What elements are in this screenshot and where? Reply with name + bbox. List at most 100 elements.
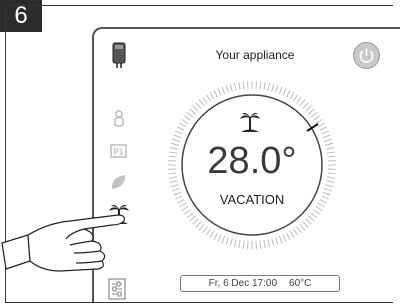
power-icon <box>359 48 374 63</box>
dial-tick <box>198 223 205 231</box>
dial-tick <box>282 234 287 242</box>
dial-tick <box>319 126 328 131</box>
dial-tick <box>189 108 196 115</box>
dial-tick <box>195 102 202 109</box>
dial-tick <box>324 188 333 192</box>
dial-tick <box>205 94 212 102</box>
dial-tick <box>326 180 335 183</box>
dial-tick <box>238 239 241 249</box>
manual-hand-icon[interactable] <box>111 110 127 128</box>
dial-tick <box>296 96 302 104</box>
dial-tick <box>302 102 309 109</box>
dial-tick <box>286 232 291 241</box>
dial-tick <box>305 218 312 225</box>
dial-tick <box>259 240 262 249</box>
dial-tick <box>321 130 329 135</box>
dial-tick <box>217 88 222 96</box>
dial-tick <box>183 115 191 121</box>
dial-tick <box>278 86 283 95</box>
dial-tick <box>176 126 185 131</box>
dial-tick <box>310 111 318 118</box>
palm-island-icon <box>240 113 260 132</box>
dial-tick <box>326 147 335 150</box>
dial-tick <box>189 215 196 222</box>
dial-tick <box>308 108 315 115</box>
dial-tick <box>267 239 270 248</box>
temperature-readout: 28.0° <box>207 140 297 182</box>
status-bar: Fr, 6 Dec 17:00 60°C <box>180 275 340 292</box>
p1-program-icon[interactable]: P1 <box>110 144 127 158</box>
dial-tick <box>169 180 178 183</box>
dial-tick <box>186 111 194 118</box>
dial-tick <box>242 240 245 249</box>
dial-tick <box>325 142 334 146</box>
dial-tick <box>181 118 189 125</box>
dial-tick <box>313 209 321 215</box>
dial-tick <box>205 228 212 236</box>
dial-tick <box>217 234 222 242</box>
dial-tick <box>327 155 336 158</box>
dial-tick <box>289 92 295 100</box>
dial-tick <box>313 115 321 121</box>
dial-tick <box>310 212 318 219</box>
dial-tick <box>325 184 334 188</box>
dial-tick <box>275 237 279 246</box>
dial-tick <box>179 122 187 128</box>
dial-tick <box>327 172 336 175</box>
dial-tick <box>324 138 333 142</box>
dial-tick <box>225 237 229 246</box>
page-title: Your appliance <box>215 48 295 62</box>
dial-tick <box>234 82 237 91</box>
power-button[interactable] <box>353 42 380 69</box>
dial-tick <box>326 151 336 154</box>
dial-tick <box>209 92 215 100</box>
dial-tick <box>229 238 233 247</box>
dial-tick <box>242 81 245 90</box>
dial-tick <box>302 221 309 228</box>
dial-tick <box>275 84 279 93</box>
appliance-icon[interactable] <box>110 42 128 70</box>
dial-tick <box>271 238 275 247</box>
dial-tick <box>213 89 218 98</box>
dial-tick <box>181 205 189 212</box>
dial-tick <box>175 130 183 135</box>
dial-tick <box>169 147 178 150</box>
dial-tick <box>202 226 208 234</box>
dial-tick <box>305 105 312 112</box>
dial-tick <box>225 84 229 93</box>
dial-tick <box>299 99 306 107</box>
dial-tick <box>278 235 283 244</box>
dial-tick <box>326 176 336 179</box>
dial-tick <box>170 142 179 146</box>
dial-tick <box>186 212 194 219</box>
dial-tick <box>209 230 215 238</box>
dial-tick <box>195 221 202 228</box>
dial-tick <box>238 81 241 91</box>
dial-tick <box>296 226 302 234</box>
dial-tick <box>271 83 275 92</box>
dial-tick <box>315 118 323 125</box>
dial-tick <box>292 94 299 102</box>
dial-tick <box>289 230 295 238</box>
dial-tick <box>168 151 178 154</box>
dial-tick <box>282 88 287 96</box>
water-temp-text: 60°C <box>289 278 312 289</box>
dial-tick <box>213 232 218 241</box>
dial-tick <box>170 184 179 188</box>
dial-tick <box>263 81 266 91</box>
dial-tick <box>168 172 177 175</box>
dial-tick <box>299 223 306 231</box>
dial-tick <box>183 209 191 215</box>
dial-tick <box>322 134 331 139</box>
dial-tick <box>168 155 177 158</box>
dial-tick <box>308 215 315 222</box>
dial-tick <box>267 82 270 91</box>
dial-tick <box>292 228 299 236</box>
dial-tick <box>229 83 233 92</box>
dial-tick <box>317 122 325 128</box>
dial-tick <box>192 218 199 225</box>
dial-tick <box>221 86 226 95</box>
mode-label: VACATION <box>219 192 285 207</box>
dial-tick <box>202 96 208 104</box>
dial-tick <box>286 89 291 98</box>
